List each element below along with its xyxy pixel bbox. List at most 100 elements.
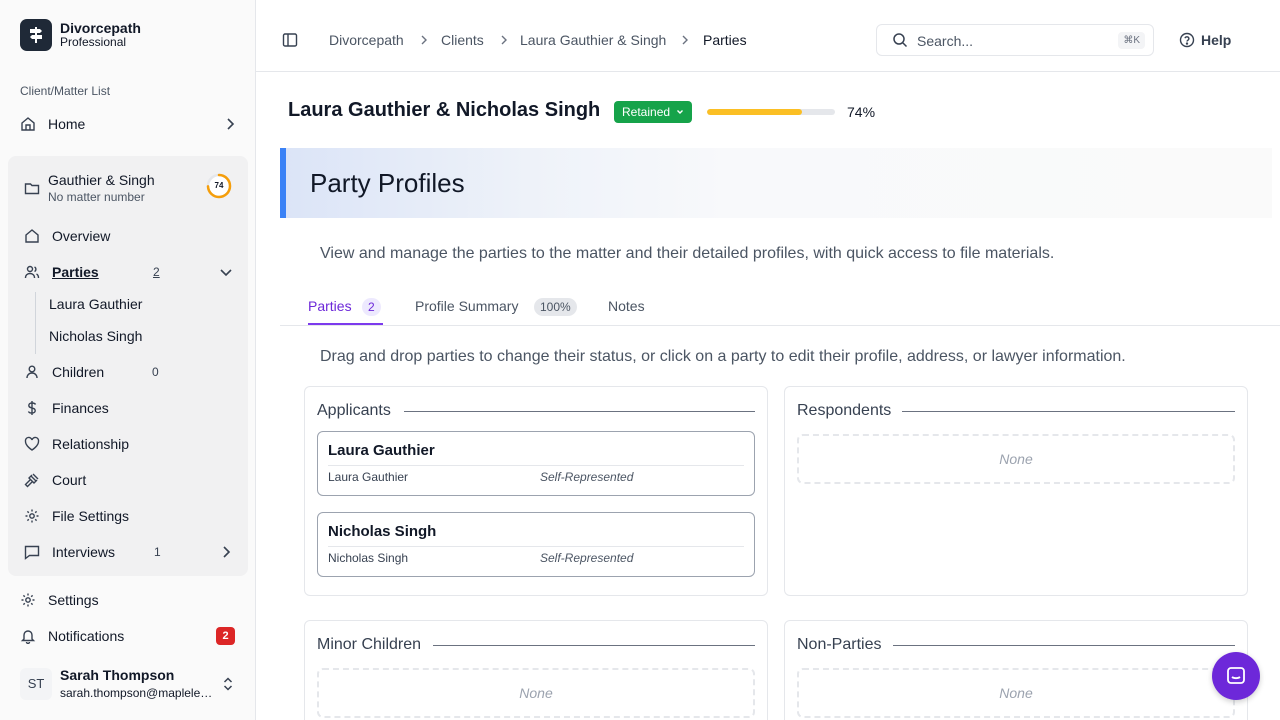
chevron-right-icon [499, 32, 509, 53]
sidebar-item-label: Settings [48, 592, 99, 608]
group-title: Respondents [797, 402, 892, 419]
sidebar-item-interviews[interactable]: Interviews [24, 544, 115, 560]
chevron-down-icon[interactable] [219, 264, 233, 285]
chevron-right-icon[interactable] [224, 116, 236, 137]
chat-icon [1227, 667, 1245, 684]
breadcrumb-item[interactable]: Divorcepath [329, 32, 404, 48]
tab-profile-summary[interactable]: Profile Summary [415, 298, 518, 314]
party-divider [328, 546, 744, 547]
chevron-right-icon [680, 32, 690, 53]
status-label: Retained [622, 105, 671, 119]
page-description: View and manage the parties to the matte… [320, 245, 1055, 262]
brand-name: Divorcepath [60, 20, 141, 37]
help-circle-icon [1179, 32, 1195, 53]
sidebar-item-finances[interactable]: Finances [24, 400, 109, 416]
page-title: Party Profiles [310, 168, 465, 198]
chevron-right-icon[interactable] [220, 544, 232, 565]
empty-label: None [999, 451, 1033, 467]
breadcrumb-item[interactable]: Clients [441, 32, 484, 48]
breadcrumb-item[interactable]: Laura Gauthier & Singh [520, 32, 666, 48]
empty-label: None [999, 685, 1033, 701]
matter-subtitle: No matter number [48, 190, 145, 204]
party-name: Nicholas Singh [328, 523, 437, 540]
sidebar-subitem-party[interactable]: Nicholas Singh [49, 328, 142, 344]
chat-launcher-button[interactable] [1212, 652, 1260, 700]
breadcrumb-current: Parties [703, 32, 747, 48]
sidebar-item-label: Home [48, 116, 86, 132]
group-rule [893, 645, 1235, 646]
drop-zone[interactable]: None [797, 434, 1235, 484]
sidebar-item-label: Relationship [52, 436, 130, 452]
sidebar-toggle-icon[interactable] [282, 32, 298, 53]
chat-icon [24, 544, 40, 560]
brand[interactable]: Divorcepath Professional [20, 19, 141, 51]
tab-parties[interactable]: Parties [308, 298, 352, 314]
gear-icon [24, 508, 40, 524]
help-button[interactable]: Help [1201, 32, 1231, 48]
sidebar-item-court[interactable]: Court [24, 472, 86, 488]
sidebar-item-label: Notifications [48, 628, 125, 644]
tab-notes[interactable]: Notes [608, 298, 645, 314]
sidebar-item-parties[interactable]: Parties [24, 264, 99, 280]
party-divider [328, 465, 744, 466]
home-icon [20, 116, 36, 132]
sidebar-item-overview[interactable]: Overview [24, 228, 110, 244]
sidebar-item-label: Children [52, 364, 105, 380]
drop-zone[interactable]: None [317, 668, 755, 718]
party-card[interactable]: Nicholas Singh Nicholas Singh Self-Repre… [317, 512, 755, 577]
chevron-up-down-icon[interactable] [222, 676, 234, 697]
drop-zone[interactable]: None [797, 668, 1235, 718]
matter-progress-bar [707, 109, 835, 115]
gavel-icon [24, 472, 40, 488]
sidebar-subitem-party[interactable]: Laura Gauthier [49, 296, 142, 312]
party-person: Laura Gauthier [328, 470, 409, 484]
users-icon [24, 264, 40, 280]
group-rule [902, 411, 1235, 412]
party-name: Laura Gauthier [328, 442, 435, 459]
interviews-count: 1 [154, 545, 161, 559]
sidebar-item-label: Interviews [52, 544, 116, 560]
sidebar-item-label: File Settings [52, 508, 130, 524]
group-rule [433, 645, 755, 646]
sidebar-item-relationship[interactable]: Relationship [24, 436, 129, 452]
client-title: Laura Gauthier & Nicholas Singh [288, 99, 601, 121]
eye-icon [24, 228, 40, 244]
party-representation: Self-Represented [540, 551, 634, 565]
party-person: Nicholas Singh [328, 551, 409, 565]
instructions: Drag and drop parties to change their st… [320, 348, 1126, 365]
group-rule [404, 411, 755, 412]
dollar-icon [24, 400, 40, 416]
signpost-logo-icon [20, 19, 52, 51]
sidebar: Divorcepath Professional Client/Matter L… [0, 0, 256, 720]
sidebar-item-home[interactable]: Home [20, 116, 85, 132]
sidebar-item-notifications[interactable]: Notifications [20, 628, 124, 644]
subnav-rail [35, 292, 36, 354]
hero-accent [280, 148, 286, 218]
sidebar-item-file-settings[interactable]: File Settings [24, 508, 129, 524]
avatar[interactable]: ST [20, 668, 52, 700]
search-icon [892, 32, 908, 53]
sidebar-item-label: Overview [52, 228, 111, 244]
matter-title[interactable]: Gauthier & Singh [48, 172, 155, 189]
sidebar-item-settings[interactable]: Settings [20, 592, 99, 608]
tab-badge: 100% [534, 298, 577, 316]
chevron-right-icon [419, 32, 429, 53]
section-label: Client/Matter List [20, 84, 111, 98]
user-name[interactable]: Sarah Thompson [60, 667, 174, 683]
status-dropdown[interactable]: Retained [614, 101, 693, 123]
sidebar-item-children[interactable]: Children [24, 364, 104, 380]
children-count: 0 [152, 365, 159, 379]
chevron-down-icon [677, 110, 684, 114]
tab-badge: 2 [362, 298, 381, 316]
parties-count: 2 [153, 265, 160, 279]
search-input[interactable]: Search... ⌘K [876, 24, 1154, 56]
empty-label: None [519, 685, 553, 701]
person-icon [24, 364, 40, 380]
search-shortcut: ⌘K [1118, 32, 1145, 49]
tabs-divider [280, 325, 1280, 326]
active-tab-indicator [308, 323, 383, 325]
party-card[interactable]: Laura Gauthier Laura Gauthier Self-Repre… [317, 431, 755, 496]
party-representation: Self-Represented [540, 470, 634, 484]
progress-label: 74% [847, 104, 876, 120]
group-title: Minor Children [317, 636, 422, 653]
